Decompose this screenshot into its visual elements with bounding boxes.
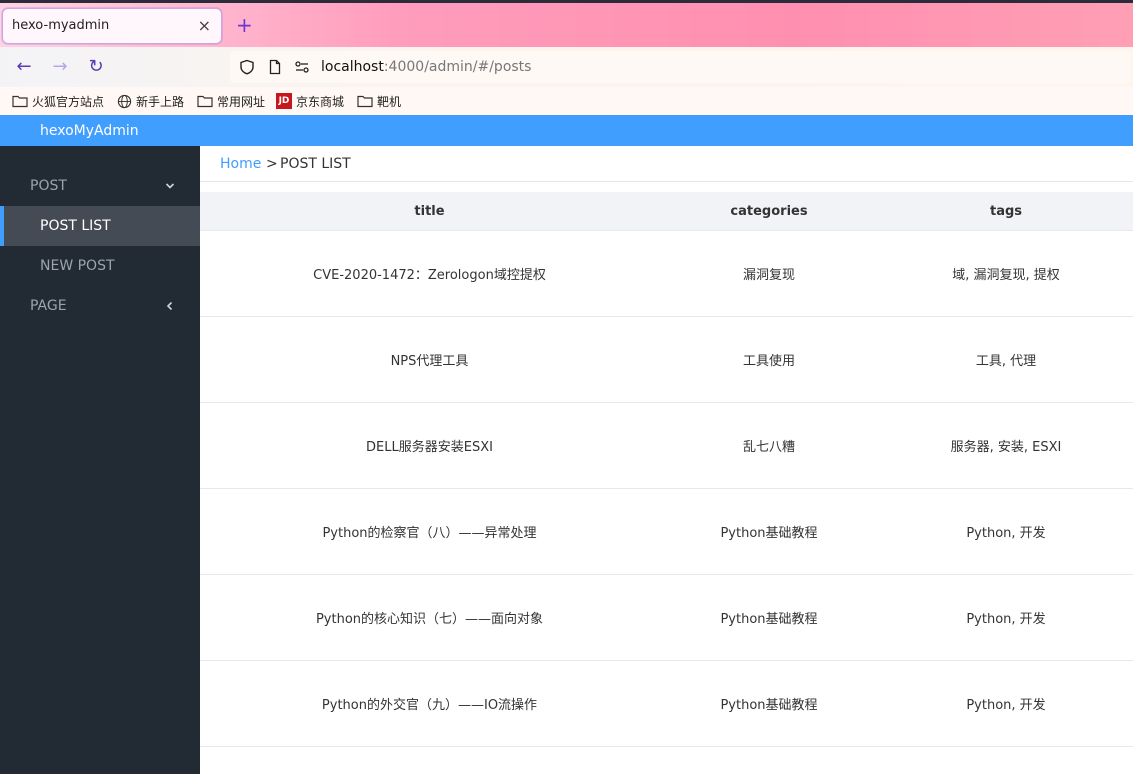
sidebar-item-post[interactable]: POST [0,166,200,206]
sidebar-item-post-list[interactable]: POST LIST [0,206,200,246]
bookmark-getting-started[interactable]: 新手上路 [117,93,184,109]
post-categories-cell: Python基础教程 [659,574,879,661]
folder-icon [357,95,373,108]
post-categories-cell: 漏洞复现 [659,230,879,317]
post-title-cell: CVE-2020-1472：Zerologon域控提权 [200,230,659,317]
shield-icon [240,59,254,75]
close-icon[interactable]: × [198,16,211,35]
post-categories-cell: 工具使用 [659,316,879,403]
browser-nav-bar: ← → ↻ localhost:4000/admin/#/posts [0,47,1133,87]
sidebar-item-page[interactable]: PAGE [0,286,200,326]
tab-title: hexo-myadmin [12,18,110,33]
table-row[interactable]: Python的检察官（八）——异常处理 Python基础教程 Python, 开… [200,488,1133,575]
post-tags-cell: 工具, 代理 [879,316,1133,403]
app-title[interactable]: hexoMyAdmin [40,123,139,139]
url-text: localhost:4000/admin/#/posts [321,59,532,75]
sidebar-item-label: PAGE [30,298,67,314]
table-row[interactable]: Python的核心知识（七）——面向对象 Python基础教程 Python, … [200,574,1133,661]
post-tags-cell: 服务器, 安装, ESXI [879,402,1133,489]
column-header-title: title [200,192,659,231]
post-categories-cell: 乱七八糟 [659,402,879,489]
folder-icon [197,95,213,108]
browser-tab-bar: hexo-myadmin × + [0,0,1133,47]
chevron-down-icon [165,183,175,189]
table-row[interactable]: DELL服务器安装ESXI 乱七八糟 服务器, 安装, ESXI [200,402,1133,489]
sidebar-item-label: POST [30,178,67,194]
table-row[interactable]: Python的外交官（九）——IO流操作 Python基础教程 Python, … [200,660,1133,747]
post-title-cell: DELL服务器安装ESXI [200,402,659,489]
folder-icon [12,95,28,108]
chevron-left-icon [166,301,173,311]
sidebar-item-new-post[interactable]: NEW POST [0,246,200,286]
post-categories-cell: Python基础教程 [659,660,879,747]
posts-table: title categories tags CVE-2020-1472：Zero… [200,192,1133,747]
app-header: hexoMyAdmin [0,115,1133,146]
column-header-tags: tags [879,192,1133,231]
main-content: Home > POST LIST title categories tags C… [200,146,1133,774]
breadcrumb-home-link[interactable]: Home [220,156,261,172]
column-header-categories: categories [659,192,879,231]
table-header-row: title categories tags [200,192,1133,231]
post-tags-cell: Python, 开发 [879,574,1133,661]
back-arrow-icon[interactable]: ← [14,57,34,77]
breadcrumb-current: POST LIST [280,156,351,172]
breadcrumb: Home > POST LIST [200,146,1133,182]
new-tab-icon[interactable]: + [236,15,253,35]
post-title-cell: Python的检察官（八）——异常处理 [200,488,659,575]
bookmark-firefox-site[interactable]: 火狐官方站点 [12,93,104,109]
post-title-cell: NPS代理工具 [200,316,659,403]
post-categories-cell: Python基础教程 [659,488,879,575]
reload-icon[interactable]: ↻ [86,57,106,77]
bookmark-target-machine[interactable]: 靶机 [357,93,401,109]
post-tags-cell: Python, 开发 [879,660,1133,747]
browser-tab[interactable]: hexo-myadmin × [2,8,222,44]
table-row[interactable]: CVE-2020-1472：Zerologon域控提权 漏洞复现 域, 漏洞复现… [200,230,1133,317]
table-row[interactable]: NPS代理工具 工具使用 工具, 代理 [200,316,1133,403]
post-tags-cell: 域, 漏洞复现, 提权 [879,230,1133,317]
bookmark-jd[interactable]: JD 京东商城 [276,93,344,109]
globe-icon [117,94,132,108]
bookmarks-bar: 火狐官方站点 新手上路 常用网址 JD 京东商城 靶机 [0,87,1133,115]
post-title-cell: Python的外交官（九）——IO流操作 [200,660,659,747]
jd-icon: JD [276,93,292,109]
bookmark-common-sites[interactable]: 常用网址 [197,93,265,109]
address-bar[interactable]: localhost:4000/admin/#/posts [230,51,1130,83]
post-tags-cell: Python, 开发 [879,488,1133,575]
sidebar-item-label: POST LIST [40,218,111,234]
breadcrumb-separator: > [266,156,278,172]
permissions-icon[interactable] [294,59,310,75]
page-icon [269,59,281,75]
forward-arrow-icon[interactable]: → [50,57,70,77]
sidebar-item-label: NEW POST [40,258,115,274]
sidebar: POST POST LIST NEW POST PAGE [0,146,200,774]
post-title-cell: Python的核心知识（七）——面向对象 [200,574,659,661]
